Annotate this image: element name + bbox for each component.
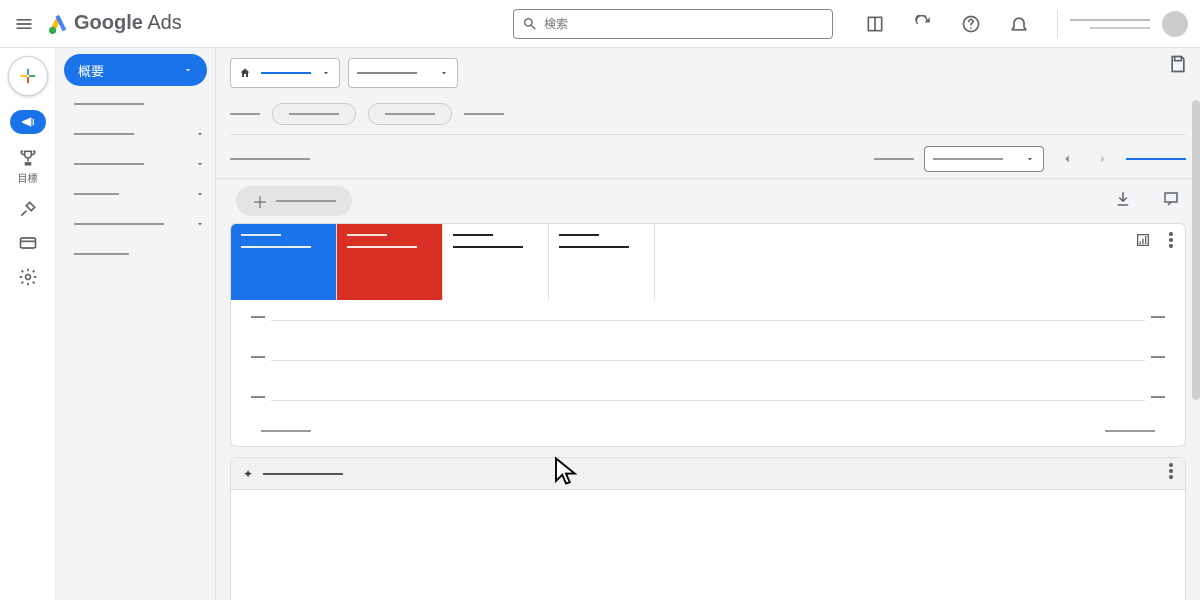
account-block[interactable]	[1070, 11, 1188, 37]
scorecard-card	[230, 223, 1186, 447]
scorecard-3[interactable]	[443, 224, 549, 300]
card-icon	[18, 233, 38, 253]
search-field[interactable]	[544, 17, 824, 31]
help-icon[interactable]	[961, 14, 981, 34]
card-menu-icon[interactable]	[1169, 463, 1173, 484]
sidebar-overview[interactable]: 概要	[64, 54, 207, 86]
search-input[interactable]	[513, 9, 833, 39]
chip-label	[230, 113, 260, 115]
rail-tools[interactable]	[18, 199, 38, 219]
sidebar-item-1[interactable]	[74, 92, 205, 116]
breadcrumb	[230, 158, 310, 160]
home-icon	[239, 67, 251, 79]
filter-chip-1[interactable]	[272, 103, 356, 125]
date-prev[interactable]	[1054, 146, 1080, 172]
google-ads-logo-icon	[48, 13, 70, 35]
rail-goals[interactable]: 目標	[18, 148, 38, 185]
rail-billing[interactable]	[18, 233, 38, 253]
avatar[interactable]	[1162, 11, 1188, 37]
feedback-icon[interactable]	[1162, 190, 1180, 213]
x-label-end	[1105, 430, 1155, 432]
sidebar-item-5[interactable]	[74, 212, 205, 236]
expand-chart-icon[interactable]	[1135, 232, 1151, 253]
scope-dropdown-1[interactable]	[230, 58, 340, 88]
compare-link[interactable]	[1126, 158, 1186, 160]
create-button[interactable]	[8, 56, 48, 96]
chart-area	[231, 300, 1185, 446]
scrollbar[interactable]	[1192, 100, 1200, 400]
sidebar-item-4[interactable]	[74, 182, 205, 206]
trophy-icon	[18, 148, 38, 168]
chevron-down-icon	[195, 129, 205, 139]
scope-dropdown-2[interactable]	[348, 58, 458, 88]
x-label-start	[261, 430, 311, 432]
header-actions	[865, 10, 1058, 38]
sparkle-icon: ✦	[243, 467, 253, 481]
product-name: Google Ads	[74, 12, 182, 35]
rail-campaigns[interactable]	[10, 110, 46, 134]
chevron-down-icon	[183, 65, 193, 75]
caret-down-icon	[321, 68, 331, 78]
scorecard-2[interactable]	[337, 224, 443, 300]
notifications-icon[interactable]	[1009, 14, 1029, 34]
divider	[230, 134, 1186, 135]
plus-icon: ＋	[252, 189, 268, 213]
appearance-icon[interactable]	[865, 14, 885, 34]
product-logo[interactable]: Google Ads	[48, 12, 182, 35]
chevron-down-icon	[195, 159, 205, 169]
sidebar-overview-label: 概要	[78, 61, 104, 80]
scorecard-1[interactable]	[231, 224, 337, 300]
search-wrap	[513, 9, 833, 39]
recommendations-card: ✦	[230, 457, 1186, 600]
main-pane: ＋	[216, 48, 1200, 600]
scorecard-4[interactable]	[549, 224, 655, 300]
sidebar-item-2[interactable]	[74, 122, 205, 146]
date-next[interactable]	[1090, 146, 1116, 172]
date-row	[216, 139, 1200, 179]
sidebar-item-6[interactable]	[74, 242, 205, 266]
tools-icon	[18, 199, 38, 219]
caret-down-icon	[1025, 154, 1035, 164]
separator	[1057, 10, 1058, 38]
date-range-dropdown[interactable]	[924, 146, 1044, 172]
card-menu-icon[interactable]	[1169, 232, 1173, 253]
search-icon	[522, 16, 538, 32]
header-bar: Google Ads	[0, 0, 1200, 48]
filter-chips	[216, 98, 1200, 130]
scorecards	[231, 224, 1185, 300]
caret-down-icon	[439, 68, 449, 78]
nav-rail: 目標	[0, 48, 56, 600]
filter-chip-2[interactable]	[368, 103, 452, 125]
recommendations-title	[263, 473, 343, 475]
download-icon[interactable]	[1114, 190, 1132, 213]
date-label	[874, 158, 914, 160]
chevron-down-icon	[195, 219, 205, 229]
add-row: ＋	[216, 179, 1200, 223]
secondary-sidebar: 概要	[56, 48, 216, 600]
scope-filters	[216, 48, 1200, 98]
sidebar-item-3[interactable]	[74, 152, 205, 176]
save-icon[interactable]	[1168, 54, 1188, 79]
account-name	[1070, 19, 1150, 21]
chip-trailing	[464, 113, 504, 115]
chevron-down-icon	[195, 189, 205, 199]
refresh-icon[interactable]	[913, 14, 933, 34]
account-id	[1090, 27, 1150, 29]
rail-admin[interactable]	[18, 267, 38, 287]
gear-icon	[18, 267, 38, 287]
rail-goals-label: 目標	[18, 170, 38, 185]
menu-icon[interactable]	[12, 12, 36, 36]
add-metric-button[interactable]: ＋	[236, 186, 352, 216]
